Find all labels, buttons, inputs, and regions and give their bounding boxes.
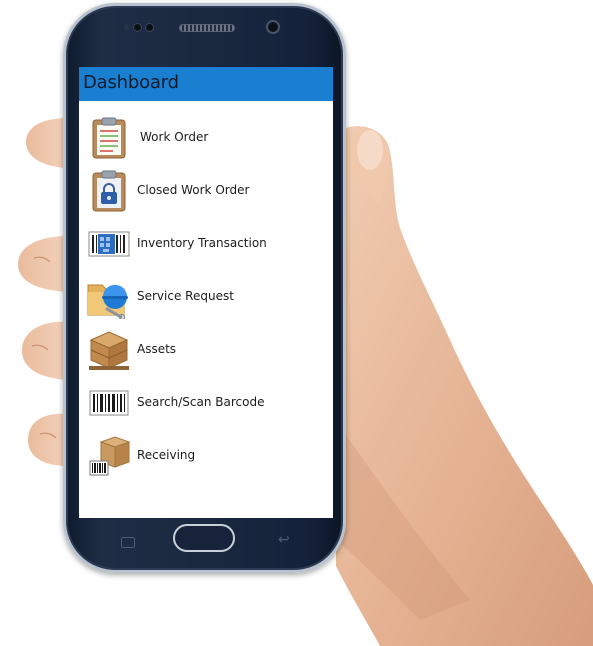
sensor-dot-icon — [133, 23, 142, 32]
menu-item-search-scan-barcode[interactable]: Search/Scan Barcode — [79, 377, 333, 429]
earpiece-speaker — [179, 24, 235, 32]
menu-item-receiving[interactable]: Receiving — [79, 430, 333, 482]
app-screen: Dashboard Work Order Closed Work Order I… — [79, 67, 333, 518]
menu-item-label: Search/Scan Barcode — [137, 395, 265, 409]
proximity-sensor — [124, 25, 129, 30]
phone-device: Dashboard Work Order Closed Work Order I… — [63, 3, 346, 573]
inventory-barcode-icon — [88, 231, 130, 257]
menu-item-closed-work-order[interactable]: Closed Work Order — [79, 165, 333, 217]
page-title: Dashboard — [83, 72, 179, 93]
recent-apps-icon[interactable] — [121, 537, 135, 548]
crate-pallet-icon — [89, 331, 129, 370]
menu-item-label: Inventory Transaction — [137, 236, 267, 250]
home-button[interactable] — [173, 524, 235, 552]
sensor-dot-icon — [145, 23, 154, 32]
service-folder-icon — [87, 284, 128, 319]
barcode-icon — [89, 390, 129, 416]
menu-item-label: Assets — [137, 342, 177, 356]
menu-item-label: Service Request — [137, 289, 234, 303]
app-header-bar: Dashboard — [79, 67, 333, 101]
mockup-stage: Dashboard Work Order Closed Work Order I… — [0, 0, 593, 646]
clipboard-icon — [92, 117, 126, 159]
menu-item-assets[interactable]: Assets — [79, 324, 333, 376]
menu-item-label: Work Order — [140, 130, 209, 144]
front-camera-icon — [266, 20, 280, 34]
back-icon[interactable]: ↩ — [278, 533, 290, 547]
locked-clipboard-icon — [92, 170, 126, 212]
menu-item-inventory-transaction[interactable]: Inventory Transaction — [79, 218, 333, 270]
menu-item-work-order[interactable]: Work Order — [79, 112, 333, 164]
menu-item-service-request[interactable]: Service Request — [79, 271, 333, 323]
menu-item-label: Closed Work Order — [137, 183, 250, 197]
receiving-box-icon — [89, 436, 131, 476]
menu-item-label: Receiving — [137, 448, 196, 462]
